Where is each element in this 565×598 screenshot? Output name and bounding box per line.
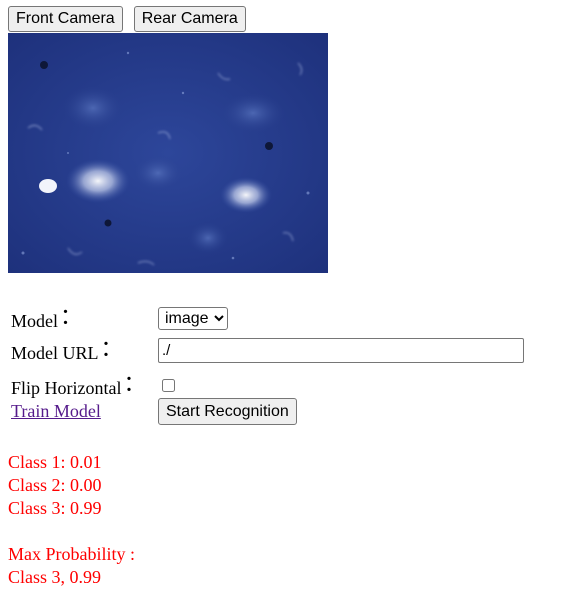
class-2-result: Class 2: 0.00: [8, 475, 102, 495]
class-1-result: Class 1: 0.01: [8, 452, 102, 472]
model-label: Model：: [11, 304, 83, 331]
flip-row: Flip Horizontal：: [11, 369, 175, 401]
model-url-row: Model URL：: [11, 334, 524, 366]
train-link-cell: Train Model: [11, 401, 158, 422]
flip-horizontal-checkbox[interactable]: [162, 378, 175, 392]
model-row: Model： image: [11, 302, 228, 334]
flip-horizontal-label: Flip Horizontal：: [11, 371, 146, 398]
max-probability-value: Class 3, 0.99: [8, 567, 102, 587]
model-url-label: Model URL：: [11, 336, 123, 363]
model-select[interactable]: image: [158, 306, 228, 330]
camera-toggle-group: Front Camera Rear Camera: [8, 6, 246, 32]
rear-camera-button[interactable]: Rear Camera: [133, 6, 246, 32]
results-panel: Class 1: 0.01 Class 2: 0.00 Class 3: 0.9…: [8, 451, 135, 589]
camera-feed-image: [8, 33, 328, 273]
results-spacer: [8, 520, 135, 543]
camera-preview: [8, 33, 328, 273]
actions-row: Train Model Start Recognition: [11, 398, 297, 425]
start-recognition-button[interactable]: Start Recognition: [158, 398, 297, 425]
max-probability-title: Max Probability :: [8, 544, 135, 564]
train-model-link[interactable]: Train Model: [11, 401, 101, 421]
model-url-input[interactable]: [158, 337, 524, 363]
front-camera-button[interactable]: Front Camera: [8, 6, 123, 32]
class-3-result: Class 3: 0.99: [8, 498, 102, 518]
